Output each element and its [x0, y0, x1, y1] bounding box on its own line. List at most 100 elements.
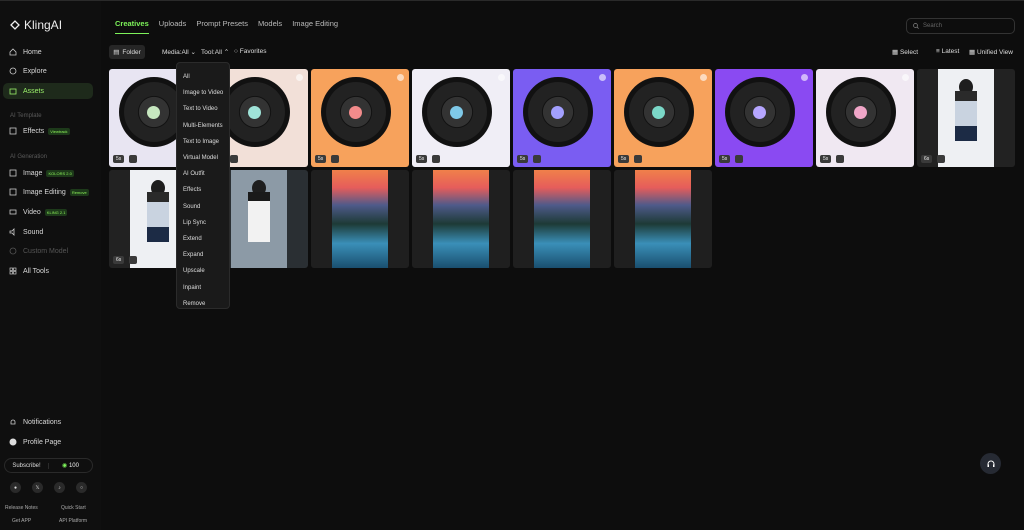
menu-item-sound[interactable]: Sound — [177, 199, 229, 215]
custom-model-icon — [9, 247, 17, 255]
sidebar-item-explore[interactable]: Explore — [3, 63, 93, 79]
sidebar-item-home[interactable]: Home — [3, 44, 93, 60]
compass-icon — [9, 67, 17, 75]
sort-latest-button[interactable]: ≡ Latest — [936, 48, 959, 55]
logo[interactable]: KlingAI — [9, 18, 62, 32]
menu-item-inpaint[interactable]: Inpaint — [177, 279, 229, 295]
favorite-star-icon[interactable] — [498, 74, 505, 81]
sidebar-item-notifications[interactable]: Notifications — [3, 414, 93, 430]
sidebar-item-assets[interactable]: Assets — [3, 83, 93, 99]
search-input[interactable]: Search — [906, 18, 1015, 34]
sidebar: KlingAI Home Explore Assets AI Template … — [0, 1, 101, 530]
sidebar-item-label: Effects — [23, 127, 45, 135]
get-app-link[interactable]: Get APP — [12, 518, 31, 524]
menu-item-all[interactable]: All — [177, 69, 229, 85]
duration-badge: 5s — [315, 155, 327, 163]
video-icon — [9, 208, 17, 216]
select-button[interactable]: ▦ Select — [892, 48, 918, 56]
landscape-image — [433, 170, 489, 268]
release-notes-link[interactable]: Release Notes — [5, 505, 38, 511]
subscribe-bar: Subscribe! ◉ 100 — [4, 458, 93, 473]
asset-tile[interactable]: 5s — [311, 69, 409, 167]
instagram-icon[interactable]: ○ — [76, 482, 87, 493]
favorite-star-icon[interactable] — [902, 74, 909, 81]
credits-display[interactable]: ◉ 100 — [49, 462, 92, 469]
quick-start-link[interactable]: Quick Start — [61, 505, 86, 511]
discord-icon[interactable]: ● — [10, 482, 21, 493]
tool-filter-dropdown[interactable]: Tool:All ⌃ — [201, 48, 229, 56]
image-tag: KOLORS 2.0 — [46, 169, 74, 177]
menu-item-expand[interactable]: Expand — [177, 247, 229, 263]
menu-item-multi-elements[interactable]: Multi-Elements — [177, 118, 229, 134]
view-toggle-button[interactable]: ▦ Unified View — [969, 48, 1013, 56]
menu-item-virtual-model[interactable]: Virtual Model — [177, 150, 229, 166]
menu-item-text-to-video[interactable]: Text to Video — [177, 101, 229, 117]
tab-models[interactable]: Models — [258, 19, 282, 28]
sidebar-item-label: Notifications — [23, 418, 62, 426]
favorites-toggle[interactable]: ○ Favorites — [234, 48, 266, 55]
tiktok-icon[interactable]: ♪ — [54, 482, 65, 493]
menu-item-effects[interactable]: Effects — [177, 182, 229, 198]
select-icon: ▦ — [892, 49, 899, 56]
sidebar-item-sound[interactable]: Sound — [3, 224, 93, 240]
tab-uploads[interactable]: Uploads — [159, 19, 187, 28]
sidebar-item-all-tools[interactable]: All Tools — [3, 263, 93, 279]
asset-tile[interactable]: 5s — [614, 69, 712, 167]
support-button[interactable] — [980, 453, 1001, 474]
asset-tile[interactable] — [513, 170, 611, 268]
sidebar-item-label: Profile Page — [23, 438, 62, 446]
search-icon — [913, 23, 919, 29]
grid-icon — [9, 267, 17, 275]
asset-tile[interactable]: 6s — [917, 69, 1015, 167]
asset-tile[interactable]: 5s — [412, 69, 510, 167]
top-tabs: Creatives Uploads Prompt Presets Models … — [115, 19, 338, 34]
sidebar-item-custom-model[interactable]: Custom Model — [3, 243, 93, 259]
sidebar-item-profile[interactable]: Profile Page — [3, 434, 93, 450]
menu-item-text-to-image[interactable]: Text to Image — [177, 134, 229, 150]
menu-item-ai-outfit[interactable]: AI Outfit — [177, 166, 229, 182]
asset-tile[interactable] — [614, 170, 712, 268]
menu-item-lip-sync[interactable]: Lip Sync — [177, 215, 229, 231]
duration-badge: 5s — [416, 155, 428, 163]
tab-image-editing[interactable]: Image Editing — [292, 19, 338, 28]
subscribe-button[interactable]: Subscribe! — [5, 462, 49, 469]
media-filter-dropdown[interactable]: Media:All ⌄ — [162, 48, 196, 56]
folder-icon: ▤ — [113, 49, 120, 56]
menu-item-extend[interactable]: Extend — [177, 231, 229, 247]
tab-creatives[interactable]: Creatives — [115, 19, 149, 34]
sidebar-item-image[interactable]: Image KOLORS 2.0 — [3, 165, 93, 181]
sort-label: Latest — [941, 48, 960, 55]
asset-tile[interactable] — [412, 170, 510, 268]
folder-label: Folder — [122, 48, 141, 56]
duration-badge: 5s — [719, 155, 731, 163]
chevron-up-icon: ⌃ — [223, 49, 230, 56]
sidebar-item-effects[interactable]: Effects Viewtrack — [3, 123, 93, 139]
sidebar-item-label: Assets — [23, 87, 45, 95]
favorite-star-icon[interactable] — [296, 74, 303, 81]
asset-tile[interactable]: 5s — [816, 69, 914, 167]
toolbar: ▤ Folder Media:All ⌄ Tool:All ⌃ ○ Favori… — [109, 45, 1020, 59]
favorite-star-icon[interactable] — [599, 74, 606, 81]
tool-filter-label: Tool:All — [201, 49, 222, 56]
favorite-star-icon[interactable] — [700, 74, 707, 81]
asset-tile[interactable]: 5s — [513, 69, 611, 167]
bell-icon — [9, 418, 17, 426]
favorite-star-icon[interactable] — [397, 74, 404, 81]
duration-badge: 6s — [113, 256, 125, 264]
menu-item-image-to-video[interactable]: Image to Video — [177, 85, 229, 101]
asset-tile[interactable] — [311, 170, 409, 268]
favorites-label: Favorites — [239, 48, 267, 55]
tool-filter-menu: All Image to Video Text to Video Multi-E… — [176, 62, 230, 309]
folder-button[interactable]: ▤ Folder — [109, 45, 145, 59]
view-label: Unified View — [976, 49, 1013, 56]
tab-prompt-presets[interactable]: Prompt Presets — [196, 19, 248, 28]
sparkle-icon — [9, 127, 17, 135]
x-icon[interactable]: 𝕏 — [32, 482, 43, 493]
asset-tile[interactable]: 5s — [715, 69, 813, 167]
favorite-star-icon[interactable] — [801, 74, 808, 81]
api-platform-link[interactable]: API Platform — [59, 518, 87, 524]
menu-item-remove[interactable]: Remove — [177, 296, 229, 312]
sidebar-item-video[interactable]: Video KLING 2.1 — [3, 204, 93, 220]
sidebar-item-image-editing[interactable]: Image Editing Remove — [3, 184, 93, 200]
menu-item-upscale[interactable]: Upscale — [177, 263, 229, 279]
